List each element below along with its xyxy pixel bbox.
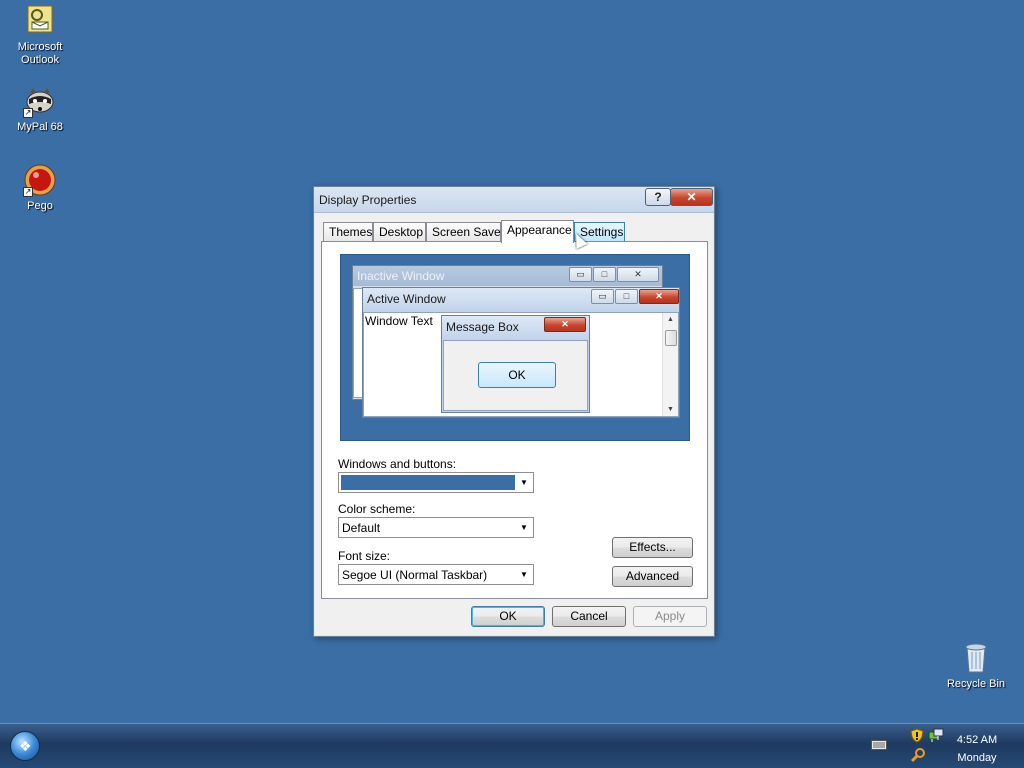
mypal-raccoon-icon: ↗ [23,84,57,118]
maximize-icon: □ [593,267,616,282]
scroll-up-icon: ▲ [667,316,674,323]
outlook-icon [23,4,57,38]
effects-button[interactable]: Effects... [612,537,693,558]
close-icon: ✕ [686,190,697,204]
chevron-down-icon: ▼ [520,570,528,579]
cancel-button[interactable]: Cancel [552,606,626,627]
chevron-down-icon: ▼ [520,523,528,532]
windows-buttons-select[interactable]: ▼ [338,472,534,493]
tab-screen-saver[interactable]: Screen Saver [426,222,505,242]
desktop-icon-outlook[interactable]: Microsoft Outlook [0,4,80,67]
display-properties-dialog: Display Properties ? ✕ Themes Desktop Sc… [313,186,715,637]
message-box-body: OK [443,340,588,411]
start-button[interactable]: ❖ [10,731,40,761]
help-button[interactable]: ? [645,188,671,206]
preview-scrollbar: ▲ ▼ [662,313,678,416]
recycle-bin-icon [959,641,993,675]
system-clock[interactable]: 4:52 AM Monday [952,731,1002,767]
appearance-preview: Inactive Window ▭ □ ✕ Active Window ▭ □ … [340,254,690,441]
active-window-caption: Active Window ▭ □ ✕ [363,288,679,310]
tab-desktop[interactable]: Desktop [373,222,426,242]
scroll-down-icon: ▼ [667,406,674,413]
shortcut-arrow-icon: ↗ [23,187,33,197]
advanced-button[interactable]: Advanced [612,566,693,587]
clock-day: Monday [957,752,997,764]
minimize-icon: ▭ [569,267,592,282]
scroll-thumb [665,330,677,346]
clock-time: 4:52 AM [956,734,998,746]
inactive-window-title: Inactive Window [357,269,445,283]
window-text: Window Text [365,314,433,328]
desktop-icon-label: MyPal 68 [17,121,63,133]
color-scheme-value: Default [342,521,381,535]
windows-buttons-label: Windows and buttons: [338,457,457,471]
message-box-title: Message Box [446,320,519,334]
desktop-icon-recycle-bin[interactable]: Recycle Bin [936,641,1016,691]
inactive-window-caption: Inactive Window ▭ □ ✕ [353,266,662,286]
shortcut-arrow-icon: ↗ [23,108,33,118]
appearance-panel: Inactive Window ▭ □ ✕ Active Window ▭ □ … [321,241,708,599]
network-icon[interactable] [928,728,944,746]
desktop-icon-label: Pego [27,200,53,212]
style-swatch [341,475,515,490]
close-icon: ✕ [639,289,679,304]
color-scheme-select[interactable]: Default ▼ [338,517,534,538]
preview-ok-button: OK [478,362,556,388]
apply-button[interactable]: Apply [633,606,707,627]
chevron-down-icon: ▼ [520,478,528,487]
windows-logo-icon: ❖ [19,738,32,754]
desktop-icon-label: Microsoft Outlook [17,41,63,66]
maximize-icon: □ [615,289,638,304]
close-icon: ✕ [544,317,586,332]
tab-themes[interactable]: Themes [323,222,373,242]
ok-button[interactable]: OK [471,606,545,627]
search-icon[interactable] [910,747,926,766]
close-button[interactable]: ✕ [670,188,713,206]
security-shield-icon[interactable] [910,728,924,746]
desktop-icon-label: Recycle Bin [946,678,1006,690]
dialog-titlebar[interactable]: Display Properties ? ✕ [314,187,714,213]
desktop-icon-pego[interactable]: ↗ Pego [0,163,80,213]
font-size-label: Font size: [338,549,391,563]
color-scheme-label: Color scheme: [338,502,416,516]
font-size-value: Segoe UI (Normal Taskbar) [342,568,488,582]
minimize-icon: ▭ [591,289,614,304]
tab-appearance[interactable]: Appearance [501,220,574,243]
taskbar: ❖ 4:52 AM Monday [0,723,1024,768]
active-window-title: Active Window [367,292,446,306]
keyboard-icon[interactable] [871,739,887,754]
pego-red-ball-icon: ↗ [23,163,57,197]
close-icon: ✕ [617,267,659,282]
dialog-title: Display Properties [319,193,417,207]
preview-message-box: Message Box ✕ OK [441,315,590,413]
font-size-select[interactable]: Segoe UI (Normal Taskbar) ▼ [338,564,534,585]
message-box-caption: Message Box ✕ [442,316,589,338]
desktop-icon-mypal[interactable]: ↗ MyPal 68 [0,84,80,134]
